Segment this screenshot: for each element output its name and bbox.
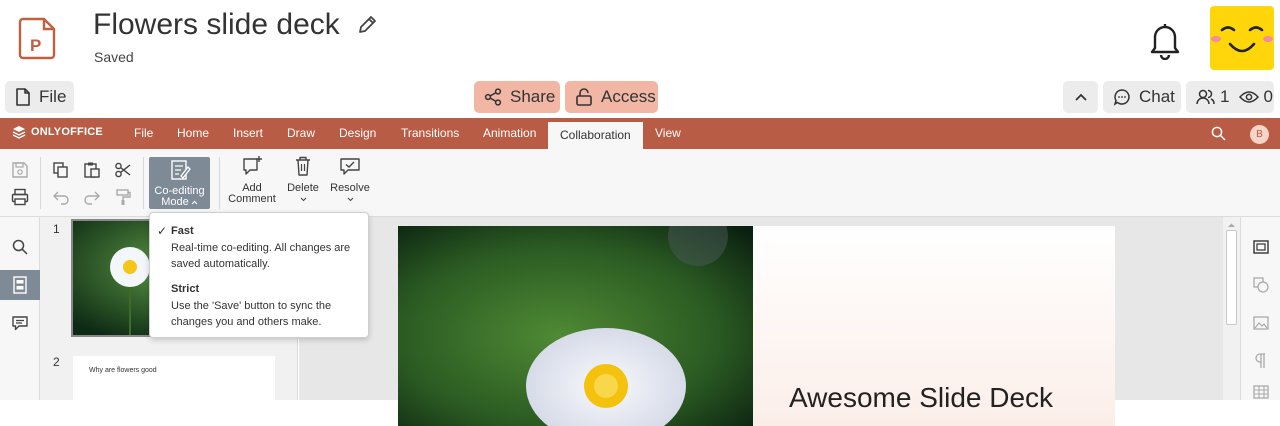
- co-editing-mode-button[interactable]: Co-editing Mode: [149, 157, 210, 209]
- co-editing-label-line2: Mode: [161, 196, 189, 208]
- fast-option-description: Real-time co-editing. All changes are sa…: [171, 242, 351, 270]
- tab-animation[interactable]: Animation: [471, 118, 548, 149]
- scroll-up-icon[interactable]: [1223, 221, 1240, 229]
- search-icon[interactable]: [1211, 126, 1226, 141]
- paste-icon[interactable]: [81, 159, 103, 181]
- current-slide[interactable]: Awesome Slide Deck: [398, 226, 1115, 426]
- tab-design[interactable]: Design: [327, 118, 388, 149]
- comments-panel-icon[interactable]: [0, 308, 40, 338]
- slide-title[interactable]: Awesome Slide Deck: [789, 382, 1053, 414]
- tab-draw[interactable]: Draw: [275, 118, 327, 149]
- slide-settings-icon[interactable]: [1241, 232, 1280, 262]
- onlyoffice-logo: ONLYOFFICE: [12, 125, 103, 139]
- slide-number: 1: [53, 222, 60, 236]
- vertical-scrollbar[interactable]: [1223, 217, 1240, 400]
- access-button[interactable]: Access: [565, 81, 658, 113]
- tab-file[interactable]: File: [122, 118, 165, 149]
- daisy-photo: [398, 226, 753, 426]
- co-editing-strict-option[interactable]: Strict Use the 'Save' button to sync the…: [150, 277, 368, 333]
- redo-icon[interactable]: [81, 186, 103, 208]
- ribbon-separator: [143, 157, 144, 209]
- app-header: P Flowers slide deck Saved File Share Ac…: [0, 0, 1280, 118]
- tab-transitions[interactable]: Transitions: [389, 118, 471, 149]
- slide-title-area: Awesome Slide Deck: [753, 226, 1115, 426]
- bell-icon[interactable]: [1146, 18, 1184, 61]
- document-title[interactable]: Flowers slide deck: [93, 8, 340, 42]
- access-label: Access: [601, 87, 656, 106]
- image-settings-icon[interactable]: [1241, 308, 1280, 338]
- chevron-up-icon: [191, 200, 198, 205]
- scroll-thumb[interactable]: [1226, 230, 1237, 325]
- cut-icon[interactable]: [112, 159, 134, 181]
- collaboration-ribbon: Co-editing Mode Add Comment Delete Resol…: [0, 149, 1280, 217]
- tab-home[interactable]: Home: [165, 118, 221, 149]
- left-sidebar: [0, 217, 40, 400]
- trash-icon: [296, 156, 310, 176]
- shape-settings-icon[interactable]: [1241, 270, 1280, 300]
- chevron-up-icon: [1074, 93, 1087, 101]
- ribbon-separator: [40, 157, 41, 209]
- right-sidebar: [1240, 217, 1280, 400]
- print-icon[interactable]: [9, 186, 31, 208]
- eye-icon: [1239, 91, 1260, 103]
- collapse-header-button[interactable]: [1063, 81, 1098, 113]
- fast-option-title: Fast: [171, 225, 194, 237]
- slide-2-title: Why are flowers good: [89, 367, 157, 374]
- share-icon: [484, 88, 502, 106]
- co-editing-icon: [170, 160, 191, 180]
- editor-user-avatar[interactable]: B: [1250, 125, 1269, 144]
- file-menu-label: File: [39, 87, 67, 106]
- svg-text:P: P: [30, 36, 41, 55]
- search-icon[interactable]: [0, 232, 40, 262]
- slide-thumbnail-2[interactable]: Why are flowers good: [73, 356, 275, 406]
- chevron-down-icon: [300, 197, 306, 202]
- delete-label: Delete: [287, 182, 319, 194]
- presentation-app-icon: P: [18, 16, 58, 60]
- save-icon[interactable]: [9, 159, 31, 181]
- save-status: Saved: [94, 49, 134, 65]
- share-button[interactable]: Share: [474, 81, 560, 113]
- undo-icon[interactable]: [50, 186, 72, 208]
- viewers-count: 0: [1263, 87, 1273, 106]
- strict-option-title: Strict: [171, 283, 200, 295]
- checkmark-icon: ✓: [157, 224, 168, 238]
- users-count: 1: [1220, 87, 1230, 106]
- delete-comment-button[interactable]: Delete: [284, 155, 322, 205]
- tab-view[interactable]: View: [643, 118, 693, 149]
- brand-text: ONLYOFFICE: [31, 126, 103, 138]
- chat-bubble-icon: [1113, 89, 1130, 106]
- add-comment-icon: [243, 156, 262, 175]
- resolve-label: Resolve: [330, 182, 370, 194]
- chevron-down-icon: [347, 197, 353, 202]
- slide-workspace: Awesome Slide Deck: [299, 217, 1223, 426]
- resolve-comment-icon: [340, 158, 360, 175]
- tab-insert[interactable]: Insert: [221, 118, 275, 149]
- copy-icon[interactable]: [50, 159, 72, 181]
- table-settings-icon[interactable]: [1241, 377, 1280, 407]
- co-editing-fast-option[interactable]: ✓ Fast Real-time co-editing. All changes…: [150, 219, 368, 275]
- participants-button[interactable]: 1 0: [1186, 81, 1274, 113]
- file-menu-button[interactable]: File: [5, 81, 74, 113]
- resolve-comment-button[interactable]: Resolve: [328, 155, 372, 205]
- file-icon: [16, 88, 30, 106]
- slides-panel-icon[interactable]: [0, 270, 40, 300]
- format-painter-icon[interactable]: [112, 186, 134, 208]
- add-comment-button[interactable]: Add Comment: [226, 155, 278, 205]
- chat-button[interactable]: Chat: [1103, 81, 1181, 113]
- strict-option-description: Use the 'Save' button to sync the change…: [171, 300, 332, 328]
- tab-collaboration[interactable]: Collaboration: [548, 122, 643, 149]
- share-label: Share: [510, 87, 556, 106]
- co-editing-mode-menu: ✓ Fast Real-time co-editing. All changes…: [149, 212, 369, 338]
- users-icon: [1196, 89, 1215, 105]
- slide-number: 2: [53, 355, 60, 369]
- add-comment-line2: Comment: [228, 193, 276, 205]
- avatar[interactable]: [1210, 6, 1274, 70]
- editor-tab-bar: ONLYOFFICE File Home Insert Draw Design …: [0, 118, 1280, 149]
- pencil-icon[interactable]: [356, 14, 378, 36]
- paragraph-settings-icon[interactable]: [1241, 346, 1280, 376]
- ribbon-separator: [219, 157, 220, 209]
- chat-label: Chat: [1139, 87, 1175, 106]
- unlock-icon: [576, 88, 592, 106]
